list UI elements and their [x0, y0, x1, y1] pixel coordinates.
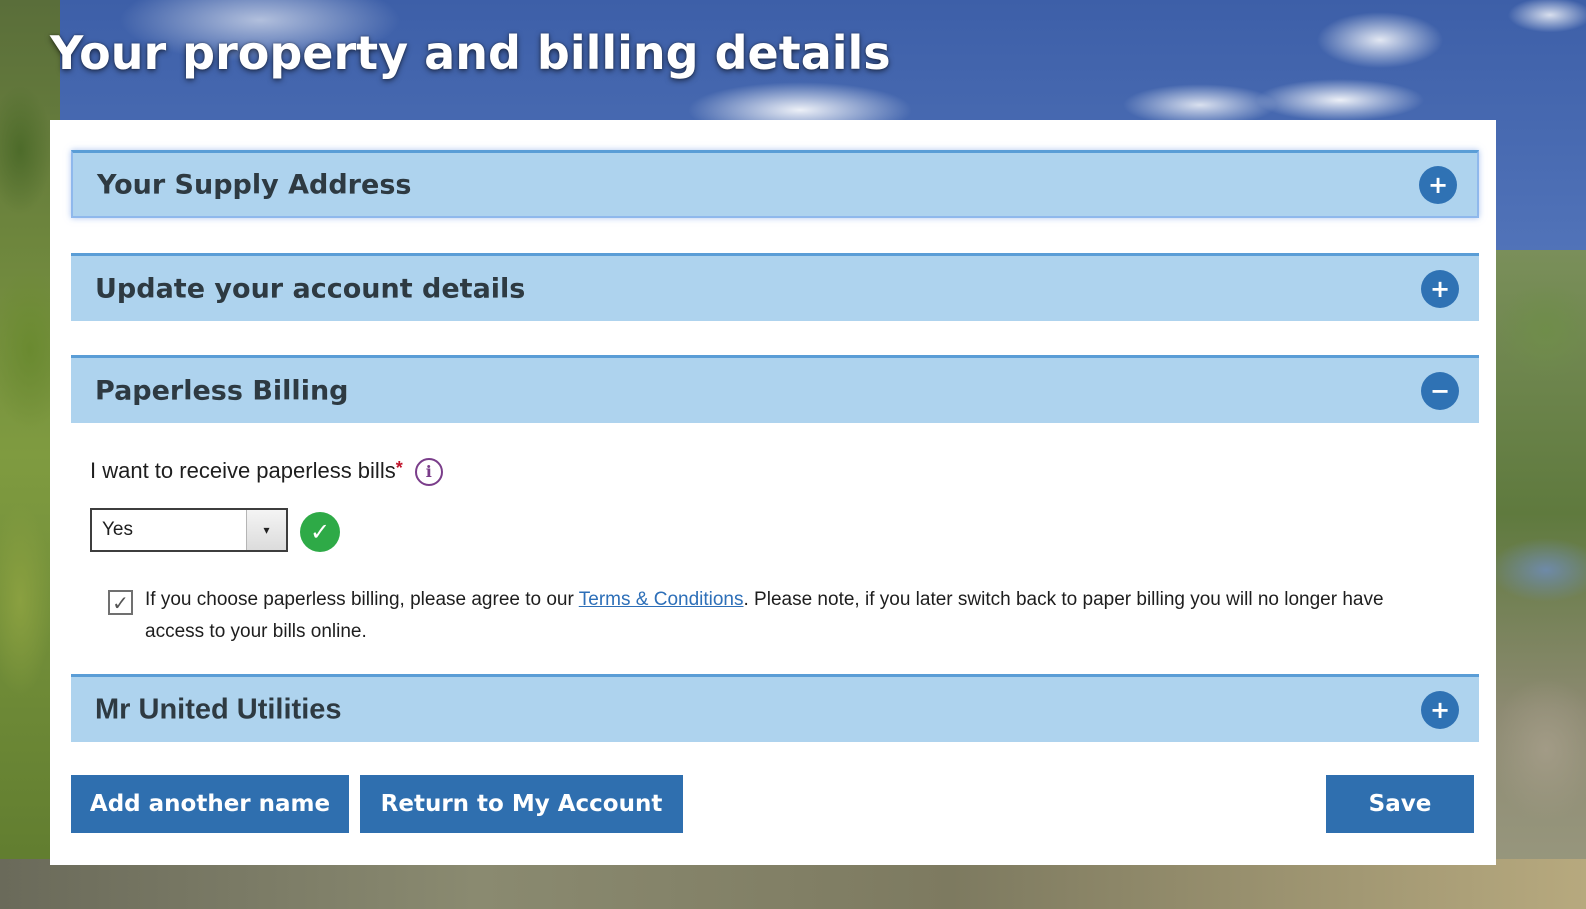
expand-icon[interactable]: +: [1421, 690, 1459, 729]
paperless-question: I want to receive paperless bills* i: [90, 458, 443, 487]
accordion-label: Paperless Billing: [95, 375, 349, 406]
terms-conditions-link[interactable]: Terms & Conditions: [579, 589, 744, 610]
accordion-supply-address[interactable]: Your Supply Address +: [71, 150, 1479, 218]
details-panel: Your Supply Address + Update your accoun…: [50, 120, 1496, 865]
required-marker: *: [395, 458, 403, 478]
accordion-account-details[interactable]: Update your account details +: [71, 253, 1479, 321]
chevron-down-icon[interactable]: ▾: [246, 510, 286, 550]
page-title: Your property and billing details: [50, 26, 891, 80]
background-hills: [1486, 250, 1586, 909]
paperless-question-label: I want to receive paperless bills: [90, 458, 396, 483]
check-circle-icon: ✓: [300, 512, 340, 552]
terms-checkbox[interactable]: ✓: [108, 590, 133, 615]
page-background: Your property and billing details Your S…: [0, 0, 1586, 909]
terms-agreement-text: If you choose paperless billing, please …: [145, 584, 1445, 648]
collapse-icon[interactable]: −: [1421, 371, 1459, 410]
add-another-name-button[interactable]: Add another name: [71, 775, 349, 833]
accordion-label: Mr United Utilities: [95, 693, 342, 725]
accordion-label: Your Supply Address: [97, 169, 412, 200]
accordion-label: Update your account details: [95, 273, 526, 304]
paperless-select[interactable]: Yes ▾: [90, 508, 288, 552]
return-to-account-button[interactable]: Return to My Account: [360, 775, 683, 833]
agreement-text-before: If you choose paperless billing, please …: [145, 589, 579, 610]
accordion-name-mr-united-utilities[interactable]: Mr United Utilities +: [71, 674, 1479, 742]
select-value: Yes: [102, 519, 133, 540]
expand-icon[interactable]: +: [1421, 269, 1459, 308]
save-button[interactable]: Save: [1326, 775, 1474, 833]
expand-icon[interactable]: +: [1419, 165, 1457, 204]
accordion-paperless-billing[interactable]: Paperless Billing −: [71, 355, 1479, 423]
info-icon[interactable]: i: [414, 458, 443, 487]
background-ground: [0, 859, 1586, 909]
